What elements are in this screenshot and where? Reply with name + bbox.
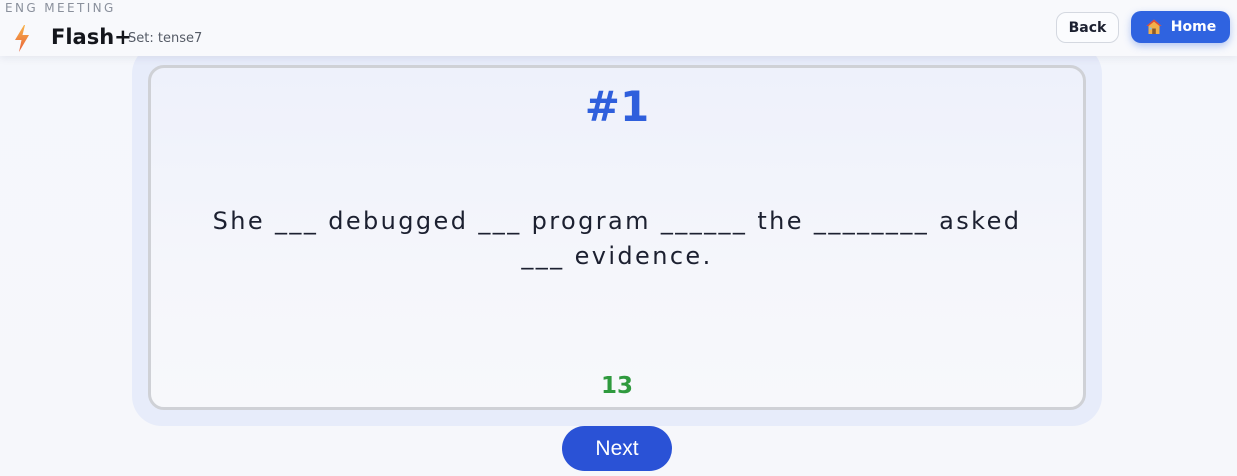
lightning-bolt-icon (15, 25, 29, 52)
back-button-label: Back (1068, 19, 1107, 36)
back-button[interactable]: Back (1056, 12, 1119, 43)
next-button-label: Next (595, 436, 639, 460)
flashcard[interactable]: #1 She ___ debugged ___ program ______ t… (148, 65, 1086, 410)
card-number: #1 (584, 82, 650, 131)
house-icon (1146, 19, 1162, 34)
home-button-label: Home (1170, 19, 1217, 35)
top-bar: ENG MEETING Flash+ Set: tense7 Back Home (0, 0, 1237, 56)
set-label: Set: tense7 (128, 31, 203, 46)
card-counter: 13 (600, 373, 633, 399)
card-sentence: She ___ debugged ___ program ______ the … (212, 207, 1022, 270)
app-title: Flash+ (51, 25, 132, 49)
page: ENG MEETING Flash+ Set: tense7 Back Home (0, 0, 1237, 476)
meeting-label: ENG MEETING (5, 1, 116, 15)
next-button[interactable]: Next (562, 426, 672, 471)
home-button[interactable]: Home (1131, 11, 1230, 43)
